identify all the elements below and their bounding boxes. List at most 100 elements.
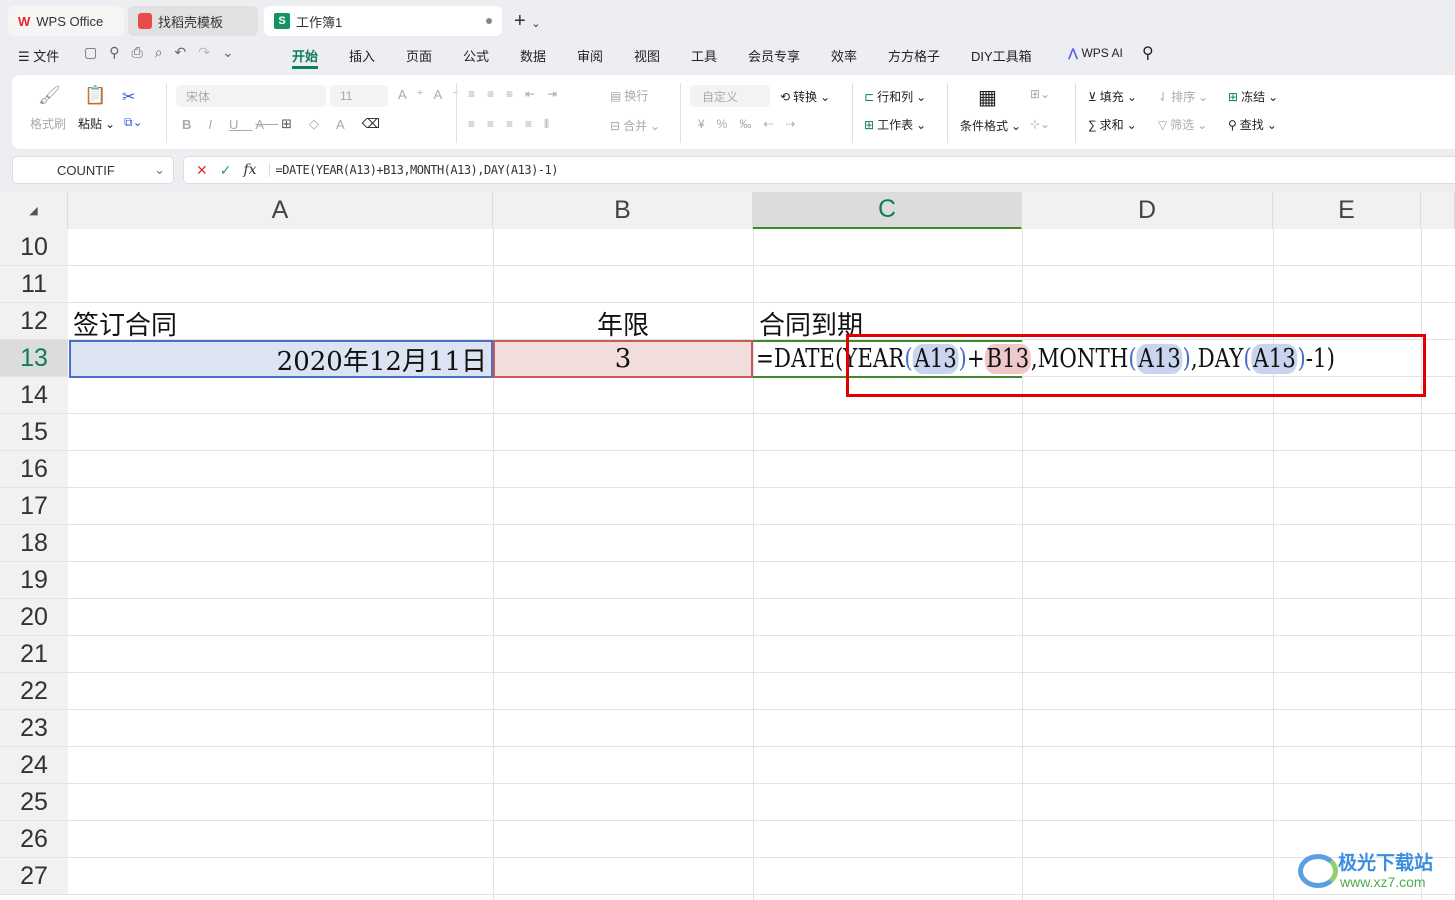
formula-bar[interactable]: ✕ ✓ fx =DATE(YEAR(A13)+B13,MONTH(A13),DAY(… — [183, 156, 1455, 184]
row-header[interactable]: 22 — [0, 673, 68, 710]
freeze-button[interactable]: ⊞ 冻结 ⌄ — [1228, 88, 1278, 105]
copy-icon[interactable]: ⧉⌄ — [124, 115, 143, 130]
font-family-select[interactable]: 宋体 — [176, 85, 326, 107]
strike-icon[interactable]: A — [255, 117, 278, 132]
underline-icon[interactable]: U — [229, 117, 252, 132]
fill-button[interactable]: ⊻ 填充 ⌄ — [1088, 88, 1137, 105]
menu-tab-7[interactable]: 工具 — [691, 46, 717, 65]
row-header[interactable]: 25 — [0, 784, 68, 821]
menu-tab-8[interactable]: 会员专享 — [748, 46, 800, 65]
cell-A12[interactable]: 签订合同 — [73, 305, 177, 342]
font-size-adjust[interactable]: A⁺A⁻ — [398, 87, 469, 103]
grid-line — [68, 413, 1455, 414]
menu-tab-5[interactable]: 审阅 — [577, 46, 603, 65]
align-buttons[interactable]: ≡≡≡≡⫴ — [468, 117, 561, 132]
row-header[interactable]: 12 — [0, 303, 68, 340]
row-header[interactable]: 18 — [0, 525, 68, 562]
row-header[interactable]: 23 — [0, 710, 68, 747]
filter-button[interactable]: ▽ 筛选 ⌄ — [1158, 116, 1207, 133]
confirm-icon[interactable]: ✓ — [220, 162, 232, 179]
function-icon[interactable]: fx — [243, 162, 256, 178]
row-header[interactable]: 11 — [0, 266, 68, 303]
menu-tab-2[interactable]: 页面 — [406, 46, 432, 65]
font-size-select[interactable]: 11 — [330, 85, 388, 107]
row-header[interactable]: 26 — [0, 821, 68, 858]
tab-wps-office[interactable]: W WPS Office — [8, 6, 124, 36]
sum-button[interactable]: ∑ 求和 ⌄ — [1088, 116, 1137, 133]
merge-button[interactable]: ⊟ 合并 ⌄ — [610, 117, 660, 134]
clipboard-icon: 📋 — [84, 85, 107, 105]
menu-tab-3[interactable]: 公式 — [463, 46, 489, 65]
sort-button[interactable]: ⇃ 排序 ⌄ — [1158, 88, 1208, 105]
select-all-button[interactable]: ◢ — [0, 192, 68, 229]
row-header[interactable]: 14 — [0, 377, 68, 414]
new-tab-button[interactable]: + ⌄ — [514, 10, 540, 33]
formula-input[interactable]: =DATE(YEAR(A13)+B13,MONTH(A13),DAY(A13)-… — [268, 163, 558, 177]
menu-tab-1[interactable]: 插入 — [349, 46, 375, 65]
cell-B12[interactable]: 年限 — [493, 305, 753, 342]
highlight-box — [846, 334, 1426, 397]
unsaved-dot-icon — [486, 18, 492, 24]
row-header[interactable]: 16 — [0, 451, 68, 488]
row-header[interactable]: 24 — [0, 747, 68, 784]
italic-icon[interactable]: I — [208, 117, 226, 132]
print-icon[interactable]: ⎙ — [132, 44, 155, 60]
eraser-icon[interactable]: ⌫ — [362, 116, 394, 132]
print-preview-icon[interactable]: ⌕ — [155, 44, 175, 60]
cut-icon[interactable]: ✂ — [122, 87, 135, 107]
fill-color-icon[interactable]: ◇ — [309, 116, 333, 132]
column-header[interactable]: B — [493, 192, 753, 229]
column-header[interactable]: D — [1022, 192, 1273, 229]
row-header[interactable]: 20 — [0, 599, 68, 636]
tab-template[interactable]: 找稻壳模板 — [128, 6, 258, 36]
cancel-icon[interactable]: ✕ — [196, 162, 208, 179]
save-icon[interactable]: ▢ — [84, 44, 109, 60]
menu-tab-6[interactable]: 视图 — [634, 46, 660, 65]
cell-A13[interactable]: 2020年12月11日 — [69, 340, 493, 378]
worksheet-button[interactable]: ⊞ 工作表 ⌄ — [864, 116, 926, 133]
paste-button[interactable]: 粘贴 ⌄ — [78, 115, 115, 132]
font-color-icon[interactable]: A — [336, 117, 359, 132]
column-header[interactable]: E — [1273, 192, 1421, 229]
redo-icon[interactable]: ↷ — [198, 44, 222, 60]
convert-button[interactable]: ⟲ 转换 ⌄ — [780, 88, 830, 105]
row-header[interactable]: 17 — [0, 488, 68, 525]
wps-ai-button[interactable]: ⋀ WPS AI — [1068, 46, 1123, 60]
find-button[interactable]: ⚲ 查找 ⌄ — [1228, 116, 1277, 133]
column-header[interactable] — [1421, 192, 1455, 229]
format-painter-button[interactable]: 格式刷 — [30, 115, 66, 132]
menu-tab-9[interactable]: 效率 — [831, 46, 857, 65]
menu-tab-11[interactable]: DIY工具箱 — [971, 46, 1032, 65]
cond-format-button[interactable]: 条件格式 ⌄ — [960, 117, 1021, 134]
row-header[interactable]: 10 — [0, 229, 68, 266]
rows-cols-button[interactable]: ⊏ 行和列 ⌄ — [864, 88, 926, 105]
menu-tab-4[interactable]: 数据 — [520, 46, 546, 65]
menu-tab-10[interactable]: 方方格子 — [888, 46, 940, 65]
share-icon[interactable]: ⚲ — [109, 44, 131, 60]
watermark-logo: 极光下载站 www.xz7.com — [1298, 848, 1448, 894]
tab-workbook[interactable]: S 工作簿1 — [264, 6, 502, 36]
border-icon[interactable]: ⊞ — [281, 116, 306, 132]
file-menu[interactable]: ☰ 文件 — [18, 46, 59, 65]
number-format-select[interactable]: 自定义 — [690, 85, 770, 107]
row-header[interactable]: 21 — [0, 636, 68, 673]
font-style-buttons[interactable]: B I U A ⊞ ◇ A ⌫ — [182, 116, 394, 132]
search-icon[interactable]: ⚲ — [1142, 43, 1154, 63]
row-header[interactable]: 27 — [0, 858, 68, 895]
menu-tab-0[interactable]: 开始 — [292, 46, 318, 65]
row-header[interactable]: 19 — [0, 562, 68, 599]
column-header[interactable]: A — [68, 192, 493, 229]
number-buttons[interactable]: ¥%‰⇠⇢ — [698, 117, 807, 131]
row-header[interactable]: 13 — [0, 340, 68, 377]
styles-icon[interactable]: ⊞⌄ — [1030, 87, 1050, 101]
name-box[interactable]: COUNTIF ⌄ — [12, 156, 174, 184]
row-header[interactable]: 15 — [0, 414, 68, 451]
undo-icon[interactable]: ↶ — [175, 44, 199, 60]
more-icon[interactable]: ⌄ — [222, 44, 246, 60]
column-header[interactable]: C — [753, 192, 1022, 229]
align-top-buttons[interactable]: ≡≡≡⇤⇥ — [468, 87, 569, 101]
bold-icon[interactable]: B — [182, 117, 205, 132]
cell-B13[interactable]: 3 — [493, 340, 753, 378]
cell-icon[interactable]: ⊹⌄ — [1030, 117, 1050, 131]
wrap-button[interactable]: ▤ 换行 — [610, 87, 648, 104]
